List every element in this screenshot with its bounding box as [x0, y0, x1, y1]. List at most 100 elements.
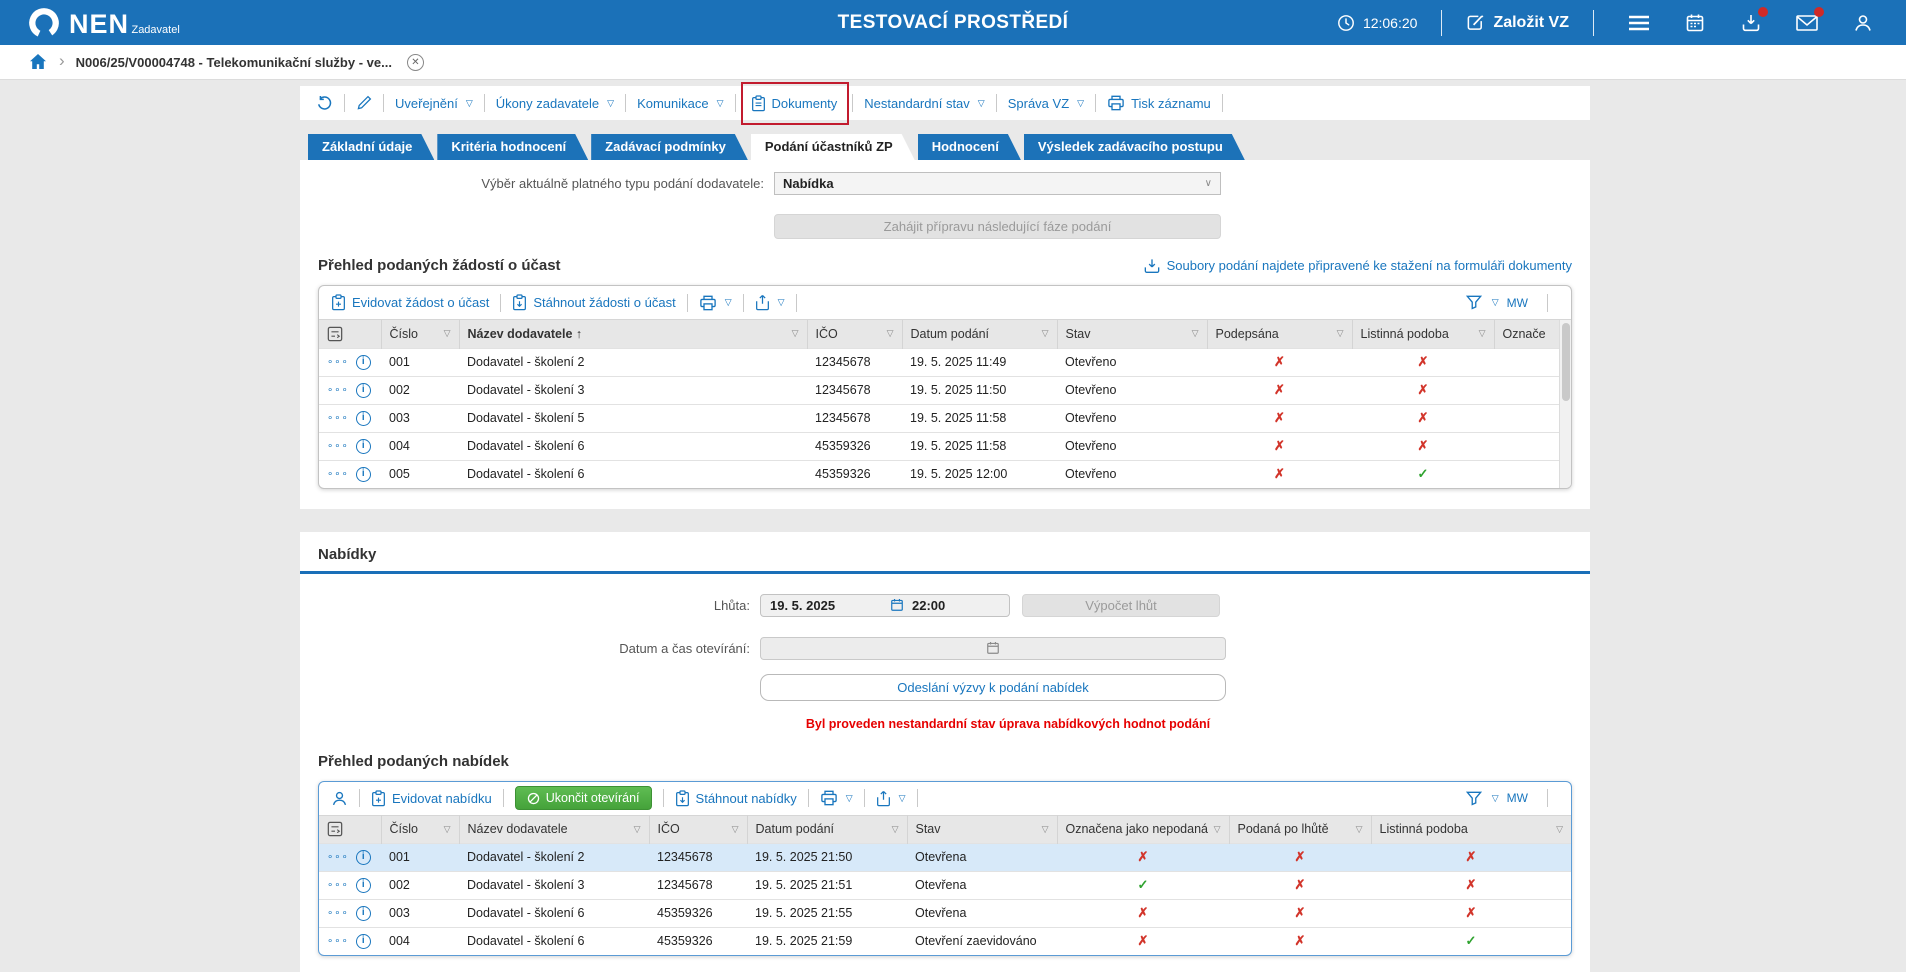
- menu-uverejneni[interactable]: Uveřejnění▽: [395, 96, 473, 111]
- vypocet-lhut-button[interactable]: Výpočet lhůt: [1022, 594, 1220, 617]
- row-menu-icon[interactable]: ∘∘∘: [327, 385, 349, 396]
- tab-vysledek-zadavaciho-postupu[interactable]: Výsledek zadávacího postupu: [1024, 134, 1245, 160]
- info-icon[interactable]: i: [356, 878, 371, 893]
- info-icon[interactable]: i: [356, 906, 371, 921]
- menu-tisk-zaznamu[interactable]: Tisk záznamu: [1107, 95, 1211, 111]
- vertical-scrollbar[interactable]: [1559, 320, 1571, 488]
- mw-toggle[interactable]: MW: [1507, 791, 1528, 805]
- odeslani-vyzvy-button[interactable]: Odeslání výzvy k podání nabídek: [760, 674, 1226, 701]
- table-row[interactable]: ∘∘∘i 001 Dodavatel - školení 2 12345678 …: [319, 843, 1571, 871]
- breadcrumb-current[interactable]: N006/25/V00004748 - Telekomunikační služ…: [76, 55, 392, 70]
- tab-zadavaci-podminky[interactable]: Zadávací podmínky: [591, 134, 748, 160]
- export-table-button[interactable]: ▽: [755, 294, 785, 311]
- table-row[interactable]: ∘∘∘i 003 Dodavatel - školení 5 12345678 …: [319, 404, 1559, 432]
- filter-icon[interactable]: ▽: [1042, 328, 1049, 339]
- menu-komunikace[interactable]: Komunikace▽: [637, 96, 723, 111]
- table-row[interactable]: ∘∘∘i 004 Dodavatel - školení 6 45359326 …: [319, 927, 1571, 955]
- start-next-phase-button[interactable]: Zahájit přípravu následující fáze podání: [774, 214, 1221, 239]
- filter-icon[interactable]: ▽: [444, 328, 451, 339]
- table-row[interactable]: ∘∘∘i 003 Dodavatel - školení 6 45359326 …: [319, 899, 1571, 927]
- col-header-stav[interactable]: Stav▽: [1057, 320, 1207, 348]
- info-icon[interactable]: i: [356, 355, 371, 370]
- table-row[interactable]: ∘∘∘i 002 Dodavatel - školení 3 12345678 …: [319, 871, 1571, 899]
- oteviranie-datetime-input[interactable]: [760, 637, 1226, 660]
- info-icon[interactable]: i: [356, 934, 371, 949]
- col-header-datum[interactable]: Datum podání▽: [902, 320, 1057, 348]
- filter-icon[interactable]: ▽: [634, 824, 641, 835]
- download-files-link[interactable]: Soubory podání najdete připravené ke sta…: [1144, 258, 1572, 274]
- row-menu-icon[interactable]: ∘∘∘: [327, 852, 349, 863]
- col-header-oznacena[interactable]: Označe: [1494, 320, 1559, 348]
- filter-icon[interactable]: ▽: [892, 824, 899, 835]
- info-icon[interactable]: i: [356, 467, 371, 482]
- menu-dokumenty[interactable]: Dokumenty: [747, 95, 842, 112]
- info-icon[interactable]: i: [356, 411, 371, 426]
- print-table-button[interactable]: ▽: [699, 295, 732, 311]
- col-header-ico[interactable]: IČO▽: [807, 320, 902, 348]
- filter-icon[interactable]: ▽: [792, 328, 799, 339]
- mw-toggle[interactable]: MW: [1507, 296, 1528, 310]
- export-table-button[interactable]: ▽: [876, 790, 906, 807]
- filter-icon[interactable]: ▽: [1042, 824, 1049, 835]
- calendar-button[interactable]: [1682, 10, 1708, 36]
- col-header-stav[interactable]: Stav▽: [907, 815, 1057, 843]
- row-menu-icon[interactable]: ∘∘∘: [327, 357, 349, 368]
- info-icon[interactable]: i: [356, 850, 371, 865]
- stahnout-zadosti-button[interactable]: Stáhnout žádosti o účast: [512, 294, 675, 311]
- downloads-button[interactable]: [1738, 10, 1764, 36]
- print-table-button[interactable]: ▽: [820, 790, 853, 806]
- participants-button[interactable]: [331, 790, 348, 807]
- row-menu-icon[interactable]: ∘∘∘: [327, 413, 349, 424]
- table-row[interactable]: ∘∘∘i 004 Dodavatel - školení 6 45359326 …: [319, 432, 1559, 460]
- tab-hodnoceni[interactable]: Hodnocení: [918, 134, 1021, 160]
- table-row[interactable]: ∘∘∘i 002 Dodavatel - školení 3 12345678 …: [319, 376, 1559, 404]
- col-header-ico[interactable]: IČO▽: [649, 815, 747, 843]
- submission-type-select[interactable]: Nabídka ∨: [774, 172, 1221, 195]
- filter-icon[interactable]: ▽: [1556, 824, 1563, 835]
- col-header-nazev[interactable]: Název dodavatele ↑▽: [459, 320, 807, 348]
- filter-icon[interactable]: ▽: [1192, 328, 1199, 339]
- scrollbar-thumb[interactable]: [1562, 323, 1570, 401]
- menu-sprava-vz[interactable]: Správa VZ▽: [1008, 96, 1084, 111]
- filter-icon[interactable]: ▽: [1356, 824, 1363, 835]
- table2-settings-header[interactable]: [319, 815, 381, 843]
- dropdown-icon[interactable]: ▽: [1492, 297, 1499, 308]
- evidovat-zadost-button[interactable]: Evidovat žádost o účast: [331, 294, 489, 311]
- evidovat-nabidku-button[interactable]: Evidovat nabídku: [371, 790, 492, 807]
- col-header-podepsana[interactable]: Podepsána▽: [1207, 320, 1352, 348]
- filter-icon[interactable]: ▽: [732, 824, 739, 835]
- table-row[interactable]: ∘∘∘i 005 Dodavatel - školení 6 45359326 …: [319, 460, 1559, 488]
- col-header-nepodana[interactable]: Označena jako nepodaná▽: [1057, 815, 1229, 843]
- home-button[interactable]: [28, 52, 48, 72]
- tab-kriteria-hodnoceni[interactable]: Kritéria hodnocení: [437, 134, 588, 160]
- menu-nestandardni-stav[interactable]: Nestandardní stav▽: [864, 96, 984, 111]
- filter-icon[interactable]: [1466, 791, 1482, 806]
- create-vz-button[interactable]: Založit VZ: [1466, 13, 1569, 32]
- col-header-listinna[interactable]: Listinná podoba▽: [1371, 815, 1571, 843]
- col-header-cislo[interactable]: Číslo▽: [381, 320, 459, 348]
- col-header-listinna[interactable]: Listinná podoba▽: [1352, 320, 1494, 348]
- info-icon[interactable]: i: [356, 383, 371, 398]
- table1-settings-header[interactable]: [319, 320, 381, 348]
- menu-button[interactable]: [1626, 10, 1652, 36]
- refresh-button[interactable]: [316, 95, 333, 112]
- calendar-icon[interactable]: [890, 598, 904, 612]
- dropdown-icon[interactable]: ▽: [1492, 793, 1499, 804]
- col-header-cislo[interactable]: Číslo▽: [381, 815, 459, 843]
- filter-icon[interactable]: [1466, 295, 1482, 310]
- tab-podani-ucastniku-zp[interactable]: Podání účastníků ZP: [751, 134, 915, 160]
- ukoncit-oteviranie-button[interactable]: Ukončit otevírání: [515, 786, 652, 810]
- info-icon[interactable]: i: [356, 439, 371, 454]
- row-menu-icon[interactable]: ∘∘∘: [327, 908, 349, 919]
- menu-ukony-zadavatele[interactable]: Úkony zadavatele▽: [496, 96, 614, 111]
- profile-button[interactable]: [1850, 10, 1876, 36]
- row-menu-icon[interactable]: ∘∘∘: [327, 936, 349, 947]
- table-row[interactable]: ∘∘∘i 001 Dodavatel - školení 2 12345678 …: [319, 348, 1559, 376]
- tab-zakladni-udaje[interactable]: Základní údaje: [308, 134, 434, 160]
- filter-icon[interactable]: ▽: [1214, 824, 1221, 835]
- filter-icon[interactable]: ▽: [887, 328, 894, 339]
- filter-icon[interactable]: ▽: [444, 824, 451, 835]
- messages-button[interactable]: [1794, 10, 1820, 36]
- col-header-nazev[interactable]: Název dodavatele▽: [459, 815, 649, 843]
- edit-record-button[interactable]: [356, 95, 372, 111]
